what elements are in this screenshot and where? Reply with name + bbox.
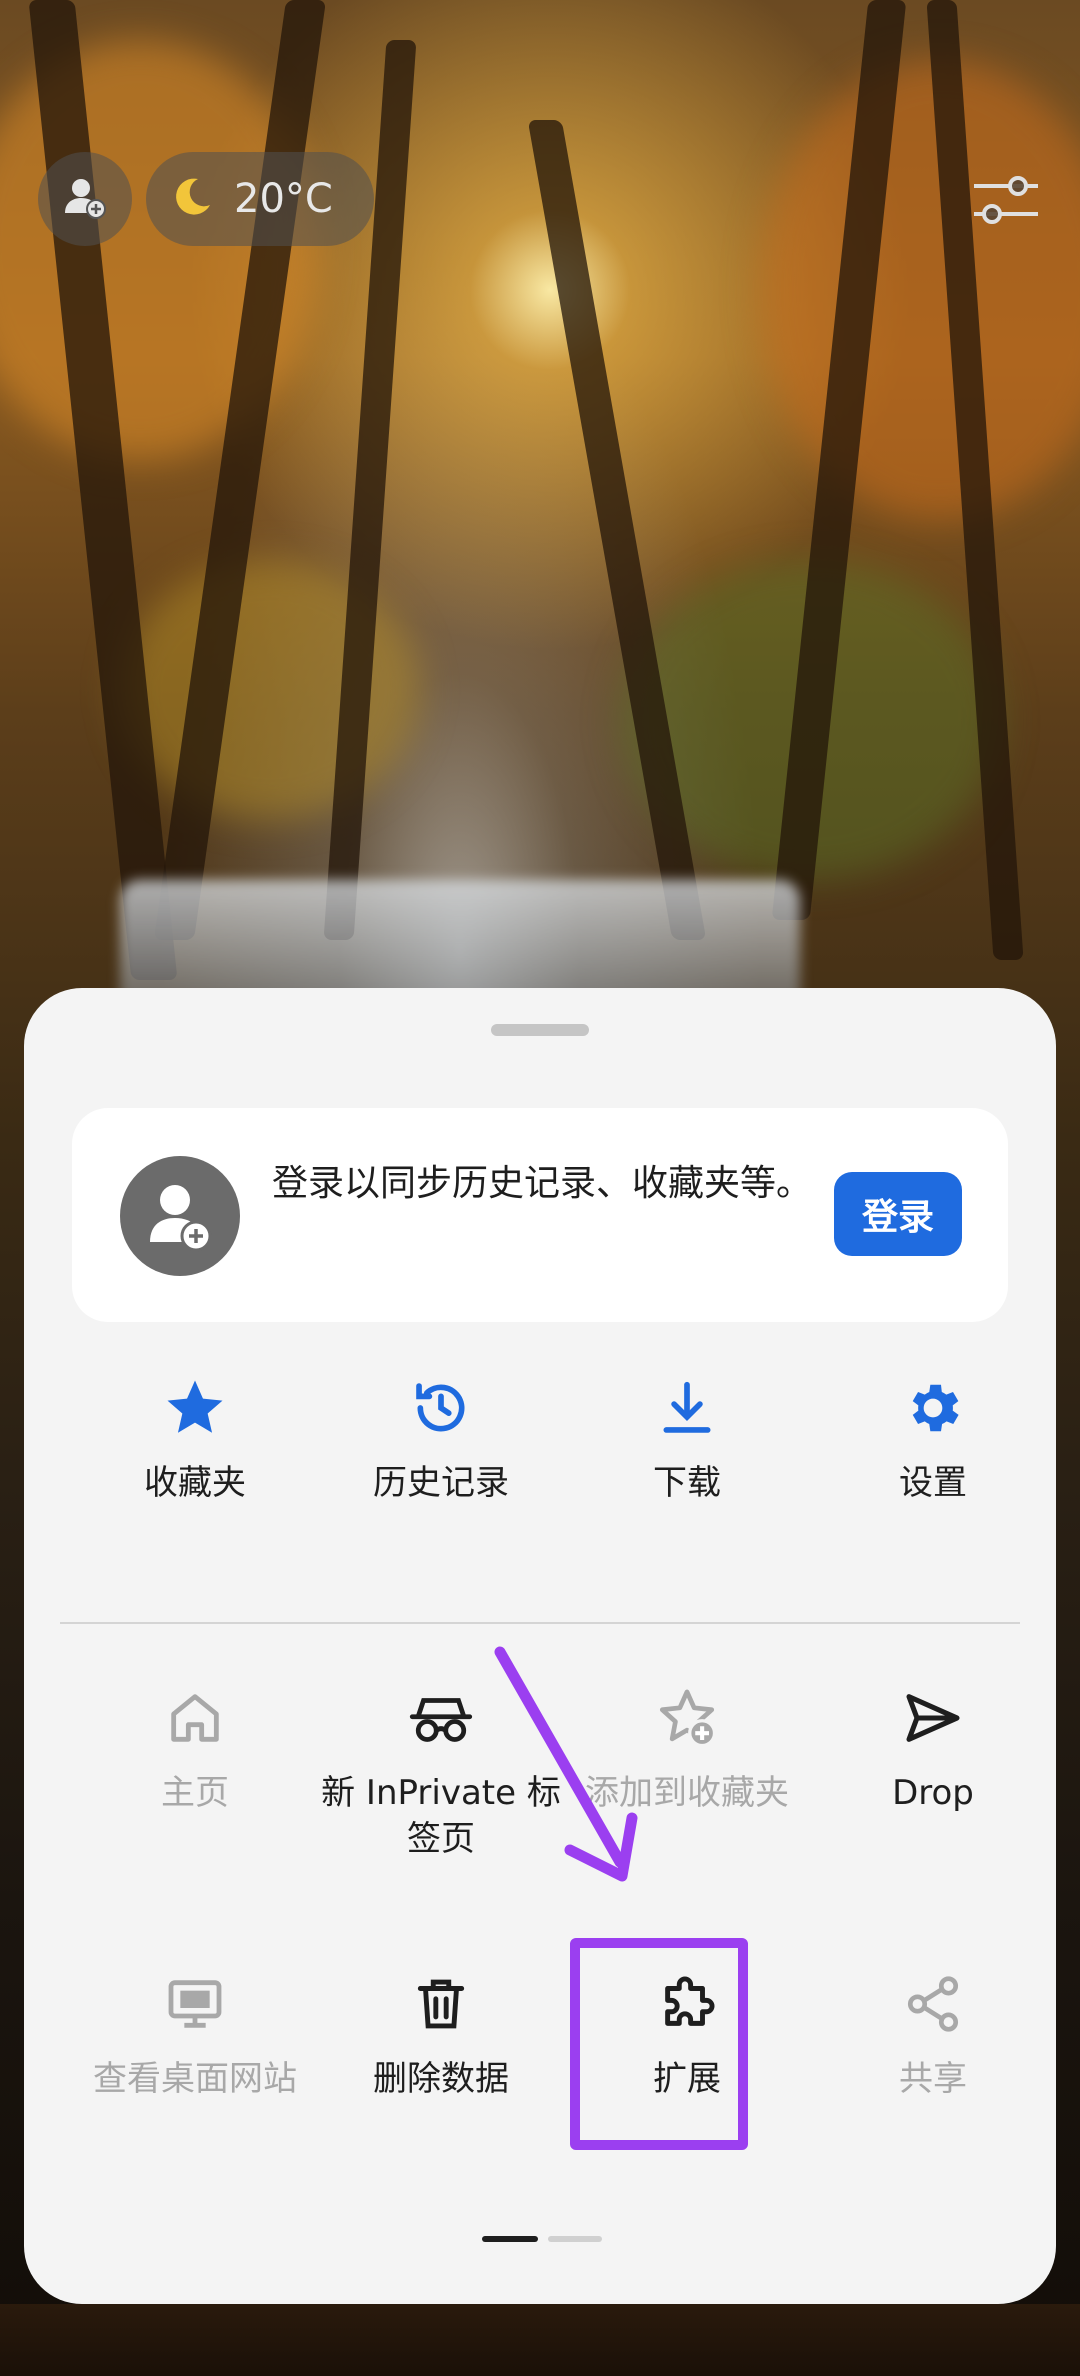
downloads-label: 下载 [653,1463,721,1503]
gear-icon [810,1368,1056,1448]
waterfall [120,880,800,1000]
history-label: 历史记录 [373,1463,509,1503]
page-dot-active [482,2236,538,2242]
favorites-label: 收藏夹 [144,1463,246,1503]
customize-button[interactable] [970,168,1042,232]
favorites-button[interactable]: 收藏夹 [72,1368,318,1506]
history-button[interactable]: 历史记录 [318,1368,564,1506]
annotation-arrow [494,1646,638,1882]
signin-button[interactable]: 登录 [834,1172,962,1256]
temperature-label: 20°C [234,176,333,222]
home-label: 主页 [161,1773,229,1813]
share-icon [810,1964,1056,2044]
settings-label: 设置 [899,1463,967,1503]
signin-message: 登录以同步历史记录、收藏夹等。 [272,1163,813,1204]
desktop-icon [72,1964,318,2044]
avatar [120,1156,240,1276]
download-icon [564,1368,810,1448]
drop-button[interactable]: Drop [810,1678,1056,1816]
add-profile-icon [120,1185,240,1280]
moon-icon [168,173,216,225]
ground [0,2304,1080,2376]
send-icon [810,1678,1056,1758]
page-indicator[interactable] [482,2236,602,2242]
add-profile-icon [61,173,109,225]
delete-data-button[interactable]: 删除数据 [318,1964,564,2102]
settings-button[interactable]: 设置 [810,1368,1056,1506]
home-button[interactable]: 主页 [72,1678,318,1816]
desktop-site-label: 查看桌面网站 [93,2059,297,2099]
home-icon [72,1678,318,1758]
signin-card: 登录以同步历史记录、收藏夹等。 登录 [72,1108,1008,1322]
foliage [760,60,1080,520]
divider [60,1622,1020,1624]
tree-trunk [527,120,707,940]
annotation-highlight-box [570,1938,748,2150]
drop-label: Drop [892,1773,974,1813]
share-label: 共享 [899,2059,967,2099]
delete-data-label: 删除数据 [373,2059,509,2099]
page-dot-inactive [548,2236,602,2242]
share-button[interactable]: 共享 [810,1964,1056,2102]
star-icon [72,1368,318,1448]
sliders-icon [970,176,1042,236]
weather-widget[interactable]: 20°C [146,152,374,246]
downloads-button[interactable]: 下载 [564,1368,810,1506]
drag-handle[interactable] [491,1024,589,1036]
trash-icon [318,1964,564,2044]
profile-button[interactable] [38,152,132,246]
history-icon [318,1368,564,1448]
desktop-site-button[interactable]: 查看桌面网站 [72,1964,318,2102]
